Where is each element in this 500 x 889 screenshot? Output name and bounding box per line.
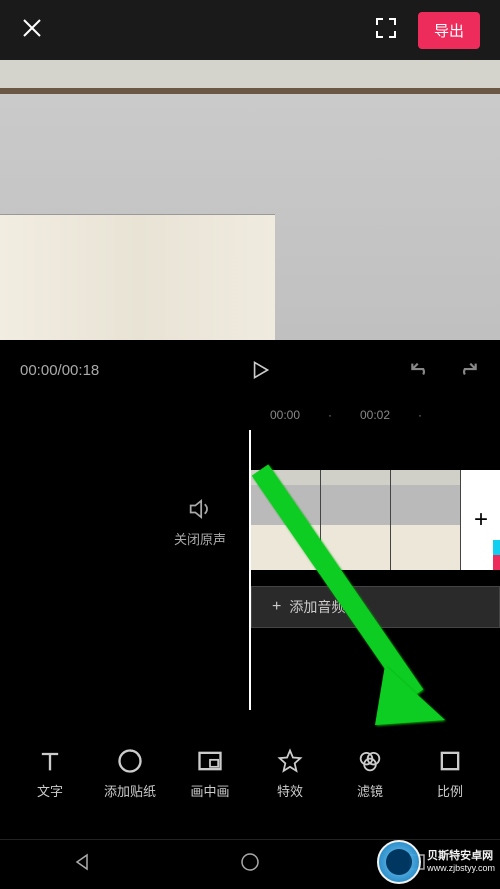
plus-icon: + bbox=[272, 598, 281, 616]
pip-tool[interactable]: 画中画 bbox=[170, 747, 250, 800]
total-time: 00:18 bbox=[62, 362, 100, 379]
tool-label: 添加贴纸 bbox=[104, 781, 156, 800]
mute-audio-button[interactable]: 关闭原声 bbox=[160, 495, 240, 548]
add-audio-track[interactable]: + 添加音频 bbox=[251, 586, 500, 628]
add-clip-button[interactable]: + bbox=[461, 470, 500, 570]
play-icon bbox=[247, 357, 273, 383]
watermark-url: www.zjbstyy.com bbox=[427, 863, 495, 874]
add-audio-label: 添加音频 bbox=[289, 597, 345, 617]
video-thumbnail bbox=[251, 470, 321, 570]
pip-icon bbox=[196, 747, 224, 775]
ruler-dot: · bbox=[410, 408, 430, 422]
preview-frame bbox=[0, 60, 500, 340]
close-icon bbox=[20, 16, 44, 40]
filter-tool[interactable]: 滤镜 bbox=[330, 747, 410, 800]
nav-back[interactable] bbox=[71, 850, 95, 879]
bottom-toolbar: 文字 添加贴纸 画中画 特效 滤镜 比例 bbox=[0, 736, 500, 811]
effects-tool[interactable]: 特效 bbox=[250, 747, 330, 800]
sticker-icon bbox=[116, 747, 144, 775]
ruler-mark: 00:02 bbox=[340, 408, 410, 422]
watermark: 贝斯特安卓网 www.zjbstyy.com bbox=[377, 840, 495, 884]
filter-icon bbox=[356, 747, 384, 775]
tool-label: 特效 bbox=[277, 781, 303, 800]
fullscreen-button[interactable] bbox=[374, 16, 398, 45]
sticker-tool[interactable]: 添加贴纸 bbox=[90, 747, 170, 800]
mute-label: 关闭原声 bbox=[160, 529, 240, 548]
redo-icon bbox=[454, 355, 480, 381]
playback-bar: 00:00/00:18 bbox=[0, 340, 500, 400]
undo-icon bbox=[408, 355, 434, 381]
ruler-dot: · bbox=[320, 408, 340, 422]
playhead[interactable] bbox=[249, 430, 251, 710]
export-button[interactable]: 导出 bbox=[418, 12, 480, 49]
nav-home[interactable] bbox=[238, 850, 262, 879]
current-time: 00:00 bbox=[20, 362, 58, 379]
circle-home-icon bbox=[238, 850, 262, 874]
speaker-icon bbox=[186, 495, 214, 523]
ruler-mark: 00:00 bbox=[250, 408, 320, 422]
tool-label: 文字 bbox=[37, 781, 63, 800]
close-button[interactable] bbox=[20, 16, 44, 45]
tool-label: 滤镜 bbox=[357, 781, 383, 800]
redo-button[interactable] bbox=[454, 355, 480, 385]
undo-button[interactable] bbox=[408, 355, 434, 385]
triangle-back-icon bbox=[71, 850, 95, 874]
star-icon bbox=[276, 747, 304, 775]
video-preview[interactable] bbox=[0, 60, 500, 340]
timeline-area[interactable]: 关闭原声 + + 添加音频 bbox=[0, 430, 500, 710]
video-thumbnail bbox=[391, 470, 461, 570]
watermark-brand: 贝斯特安卓网 bbox=[427, 850, 495, 863]
top-bar: 导出 bbox=[0, 0, 500, 60]
text-icon bbox=[36, 747, 64, 775]
text-tool[interactable]: 文字 bbox=[10, 747, 90, 800]
play-button[interactable] bbox=[140, 357, 380, 383]
ratio-tool[interactable]: 比例 bbox=[410, 747, 490, 800]
video-track[interactable]: + bbox=[251, 470, 500, 570]
video-thumbnail bbox=[321, 470, 391, 570]
tool-label: 画中画 bbox=[190, 781, 229, 800]
fullscreen-icon bbox=[374, 16, 398, 40]
tool-label: 比例 bbox=[437, 781, 463, 800]
watermark-logo bbox=[377, 840, 421, 884]
timeline-ruler[interactable]: 00:00 · 00:02 · bbox=[0, 400, 500, 430]
ratio-icon bbox=[436, 747, 464, 775]
time-display: 00:00/00:18 bbox=[20, 362, 140, 379]
